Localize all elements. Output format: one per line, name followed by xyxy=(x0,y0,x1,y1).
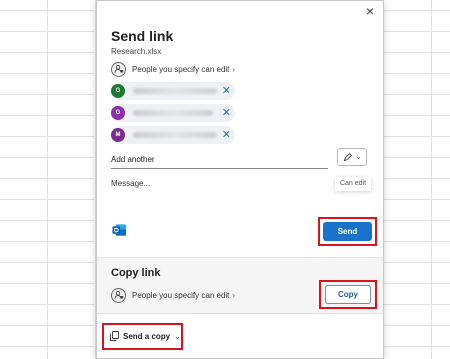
copy-permission-label: People you specify can edit xyxy=(132,290,230,300)
dialog-title: Send link xyxy=(111,28,174,44)
copy-permission-setting[interactable]: People you specify can edit › xyxy=(111,287,235,303)
close-button[interactable]: × xyxy=(363,4,377,18)
people-lock-icon xyxy=(111,61,126,77)
send-button[interactable]: Send xyxy=(323,222,372,241)
chevron-right-icon: › xyxy=(232,64,236,74)
avatar: M xyxy=(111,128,125,142)
recipient-chip: M ✕ xyxy=(111,126,235,144)
blurred-email xyxy=(133,88,217,94)
edit-permission-dropdown[interactable]: ⌄ xyxy=(337,148,367,166)
send-permission-label: People you specify can edit xyxy=(132,64,230,74)
send-permission-setting[interactable]: People you specify can edit › xyxy=(111,61,235,77)
chevron-down-icon: ⌄ xyxy=(174,331,181,341)
avatar: G xyxy=(111,106,125,120)
copy-icon xyxy=(110,331,119,341)
send-a-copy-label: Send a copy xyxy=(123,331,171,341)
remove-recipient-button[interactable]: ✕ xyxy=(222,107,231,119)
file-name: Research.xlsx xyxy=(111,47,162,56)
chevron-right-icon: › xyxy=(232,290,236,300)
add-recipient-input[interactable] xyxy=(111,151,328,169)
blurred-email xyxy=(133,132,217,138)
copy-link-title: Copy link xyxy=(111,267,161,279)
remove-recipient-button[interactable]: ✕ xyxy=(222,85,231,97)
footer-divider xyxy=(97,313,383,314)
chevron-down-icon: ⌄ xyxy=(355,154,362,161)
pencil-icon xyxy=(343,152,352,161)
outlook-icon xyxy=(112,224,127,236)
recipient-chip: G ✕ xyxy=(111,104,235,122)
avatar: G xyxy=(111,84,125,98)
can-edit-tooltip: Can edit xyxy=(335,177,371,191)
send-a-copy-button[interactable]: Send a copy ⌄ xyxy=(106,327,185,345)
copy-button[interactable]: Copy xyxy=(325,285,371,304)
recipient-chip: G ✕ xyxy=(111,82,235,100)
blurred-email xyxy=(133,110,213,116)
send-link-dialog: × Send link Research.xlsx People you spe… xyxy=(96,0,384,359)
remove-recipient-button[interactable]: ✕ xyxy=(222,129,231,141)
people-lock-icon xyxy=(111,287,126,303)
message-field[interactable] xyxy=(111,179,321,219)
